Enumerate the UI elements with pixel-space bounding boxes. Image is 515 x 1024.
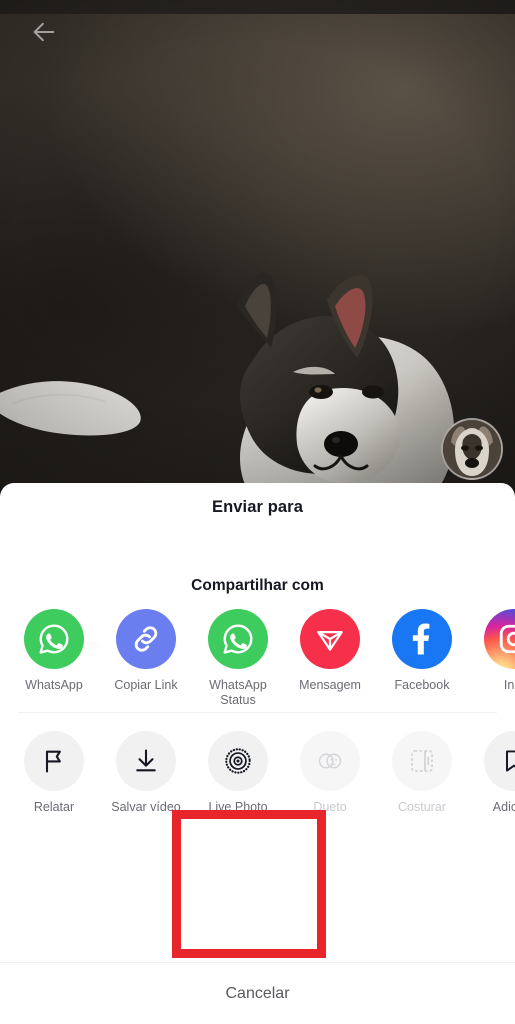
back-arrow-icon: [33, 22, 55, 42]
video-vignette: [0, 0, 515, 500]
bookmark-glyph: [506, 749, 515, 772]
actions-row[interactable]: Relatar Salvar vídeo Live Photo Dueto Co…: [0, 713, 515, 821]
action-item-save-video[interactable]: Salvar vídeo: [100, 730, 192, 815]
action-item-favorite[interactable]: Adic Fa: [468, 730, 515, 815]
actions-scroller[interactable]: Relatar Salvar vídeo Live Photo Dueto Co…: [0, 730, 515, 815]
back-button[interactable]: [22, 10, 66, 54]
link-glyph: [134, 626, 158, 652]
share-item-copy-link[interactable]: Copiar Link: [100, 609, 192, 693]
husky-avatar-icon: [443, 420, 501, 478]
avatar[interactable]: [441, 418, 503, 480]
flag-glyph: [45, 750, 61, 773]
send-message-icon: [300, 609, 360, 669]
share-item-label: WhatsApp: [25, 678, 83, 692]
action-item-live-photo[interactable]: Live Photo: [192, 730, 284, 815]
instagram-glyph: [499, 624, 515, 654]
whatsapp-status-icon: [208, 609, 268, 669]
facebook-icon: [392, 609, 452, 669]
cancel-label: Cancelar: [225, 984, 290, 1002]
download-glyph: [136, 748, 156, 771]
share-item-label: Mensagem: [299, 678, 361, 692]
share-section-title: Compartilhar com: [191, 577, 324, 594]
action-item-label: Adic Fa: [492, 799, 515, 814]
action-item-label: Dueto: [313, 799, 347, 814]
action-item-label: Salvar vídeo: [111, 799, 181, 814]
action-item-label: Relatar: [33, 799, 75, 814]
favorite-icon: [484, 730, 515, 791]
stitch-icon: [392, 730, 452, 791]
link-icon: [116, 609, 176, 669]
share-item-label: Facebook: [394, 678, 450, 692]
whatsapp-glyph: [39, 624, 69, 654]
flag-icon: [24, 730, 84, 791]
duet-icon: [300, 730, 360, 791]
share-item-whatsapp[interactable]: WhatsApp: [8, 609, 100, 693]
share-item-message[interactable]: Mensagem: [284, 609, 376, 693]
send-glyph: [317, 630, 343, 651]
share-item-instagram[interactable]: Inst: [468, 609, 515, 693]
action-item-label: Costurar: [398, 799, 446, 814]
action-item-stitch: Costurar: [376, 730, 468, 815]
cancel-button[interactable]: Cancelar: [0, 962, 515, 1024]
app-screen: Enviar para Compartilhar com WhatsApp Co…: [0, 0, 515, 1024]
whatsapp-icon: [24, 609, 84, 669]
whatsapp-status-glyph: [223, 624, 253, 654]
download-icon: [116, 730, 176, 791]
video-player[interactable]: [0, 0, 515, 500]
share-targets-scroller[interactable]: WhatsApp Copiar Link WhatsApp Status Men…: [0, 609, 515, 708]
action-item-duet: Dueto: [284, 730, 376, 815]
instagram-icon: [484, 609, 515, 669]
share-item-label: WhatsApp Status: [209, 678, 267, 707]
share-item-facebook[interactable]: Facebook: [376, 609, 468, 693]
sheet-title: Enviar para: [212, 498, 303, 516]
live-photo-glyph: [225, 747, 251, 774]
share-item-label: Inst: [503, 678, 515, 692]
share-item-whatsapp-status[interactable]: WhatsApp Status: [192, 609, 284, 708]
share-targets-row[interactable]: WhatsApp Copiar Link WhatsApp Status Men…: [0, 607, 515, 712]
action-item-label: Live Photo: [208, 799, 268, 814]
share-bottom-sheet: Enviar para Compartilhar com WhatsApp Co…: [0, 483, 515, 1024]
stitch-glyph: [411, 749, 433, 772]
live-photo-icon: [208, 730, 268, 791]
facebook-glyph: [412, 623, 430, 655]
share-item-label: Copiar Link: [114, 678, 178, 692]
duet-glyph: [318, 753, 342, 768]
action-item-report[interactable]: Relatar: [8, 730, 100, 815]
